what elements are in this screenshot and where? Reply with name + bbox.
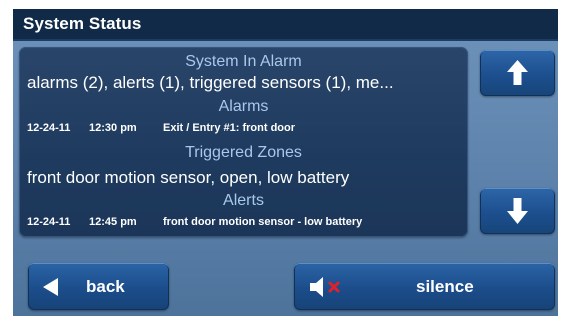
system-in-alarm-heading: System In Alarm [185,53,302,70]
alarm-entry-time: 12:30 pm [89,122,137,134]
alert-entry-description: front door motion sensor - low battery [163,216,363,228]
alarm-entry-description: Exit / Entry #1: front door [163,122,296,134]
alerts-heading: Alerts [223,192,264,209]
speaker-muted-icon [310,277,340,297]
silence-button-label: silence [416,277,474,296]
arrow-down-icon [507,198,528,224]
scroll-up-button[interactable] [480,50,555,96]
system-status-screen: System Status System In Alarm alarms (2)… [13,9,558,316]
alert-entry-time: 12:45 pm [89,216,137,228]
back-button[interactable]: back [28,263,169,310]
silence-button[interactable]: silence [294,263,555,310]
title-bar: System Status [13,9,558,41]
status-content-panel: System In Alarm alarms (2), alerts (1), … [19,47,468,237]
alarm-entry: 12-24-11 12:30 pm Exit / Entry #1: front d… [27,122,462,135]
back-button-label: back [86,277,125,296]
alert-entry: 12-24-11 12:45 pm front door motion sensor… [27,216,462,229]
triggered-zones-summary-text: front door motion sensor, open, low batt… [27,168,350,187]
system-summary-text: alarms (2), alerts (1), triggered sensor… [27,73,394,92]
window-title: System Status [23,14,142,33]
alarm-entry-date: 12-24-11 [27,122,71,134]
triangle-left-icon [43,278,58,296]
scroll-down-button[interactable] [480,188,555,234]
triggered-zones-heading: Triggered Zones [185,144,302,161]
alert-entry-date: 12-24-11 [27,216,71,228]
alarms-heading: Alarms [218,98,269,115]
arrow-up-icon [507,60,528,85]
